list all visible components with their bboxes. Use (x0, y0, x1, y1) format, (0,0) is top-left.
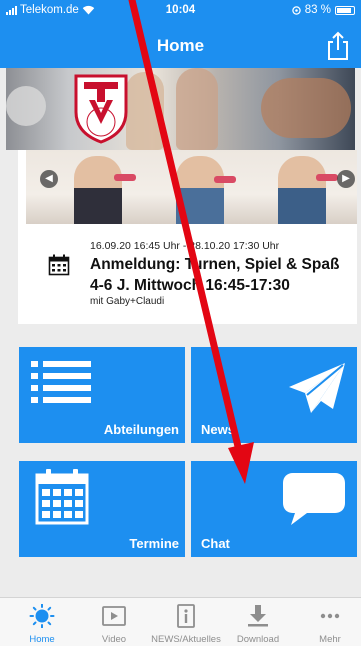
carousel-person (176, 156, 224, 224)
event-title[interactable]: Anmeldung: Turnen, Spiel & Spaß 4-6 J. M… (90, 254, 354, 296)
banner-ball (6, 86, 46, 126)
tile-label-abteilungen: Abteilungen (103, 422, 179, 437)
more-icon (320, 613, 340, 619)
tab-label-download: Download (236, 634, 280, 645)
tile-label-termine: Termine (129, 536, 179, 551)
tile-news[interactable]: News (191, 347, 357, 443)
tab-label-home: Home (29, 634, 55, 645)
battery-info: 83 % (292, 4, 355, 16)
download-icon (248, 605, 268, 627)
event-date-range: 16.09.20 16:45 Uhr - 28.10.20 17:30 Uhr (90, 240, 280, 252)
tab-video[interactable]: Video (78, 598, 150, 646)
paper-plane-icon (289, 363, 345, 413)
tab-label-mehr: Mehr (319, 634, 341, 645)
dumbbell (114, 174, 136, 181)
event-image-carousel[interactable]: ◀ ▶ (26, 150, 357, 224)
tile-label-chat: Chat (201, 536, 230, 551)
battery-icon (335, 5, 355, 15)
tab-download[interactable]: Download (222, 598, 294, 646)
tile-chat[interactable]: Chat (191, 461, 357, 557)
carousel-person (278, 156, 326, 224)
battery-percent: 83 % (304, 4, 331, 16)
calendar-icon (35, 469, 89, 525)
nav-bar: Home (0, 22, 361, 68)
carousel-person (74, 156, 122, 224)
location-icon (292, 5, 301, 15)
dumbbell (316, 174, 338, 181)
banner-hand (261, 78, 351, 138)
chat-bubble-icon (283, 473, 345, 525)
page-title: Home (156, 36, 205, 55)
event-card[interactable]: ◀ ▶ 16.09.20 16:45 Uhr - 28.10.20 17:30 … (18, 150, 357, 324)
video-icon (102, 606, 126, 626)
calendar-icon (48, 254, 70, 276)
info-icon (177, 604, 195, 628)
tab-mehr[interactable]: Mehr (294, 598, 361, 646)
tile-abteilungen[interactable]: Abteilungen (19, 347, 185, 443)
share-icon[interactable] (325, 31, 351, 61)
sun-icon (29, 604, 55, 628)
tab-label-news: NEWS/Aktuelles (151, 634, 221, 645)
header-banner (6, 68, 355, 150)
carousel-prev-button[interactable]: ◀ (40, 170, 58, 188)
tile-termine[interactable]: Termine (19, 461, 185, 557)
status-bar: Telekom.de 10:04 83 % (0, 0, 361, 22)
tab-home[interactable]: Home (6, 598, 78, 646)
banner-dancer (176, 68, 218, 150)
app-screen: Telekom.de 10:04 83 % Home ◀ ▶ 16.09.20 … (0, 0, 361, 646)
tab-news[interactable]: NEWS/Aktuelles (150, 598, 222, 646)
tab-bar: Home Video NEWS/Aktuelles Download Mehr (0, 597, 361, 646)
tile-label-news: News (201, 422, 235, 437)
list-icon (31, 361, 91, 403)
carousel-next-button[interactable]: ▶ (337, 170, 355, 188)
banner-dancer (126, 72, 164, 150)
tab-label-video: Video (101, 634, 127, 645)
event-subtitle: mit Gaby+Claudi (90, 296, 165, 307)
club-logo (74, 74, 128, 144)
dumbbell (214, 176, 236, 183)
